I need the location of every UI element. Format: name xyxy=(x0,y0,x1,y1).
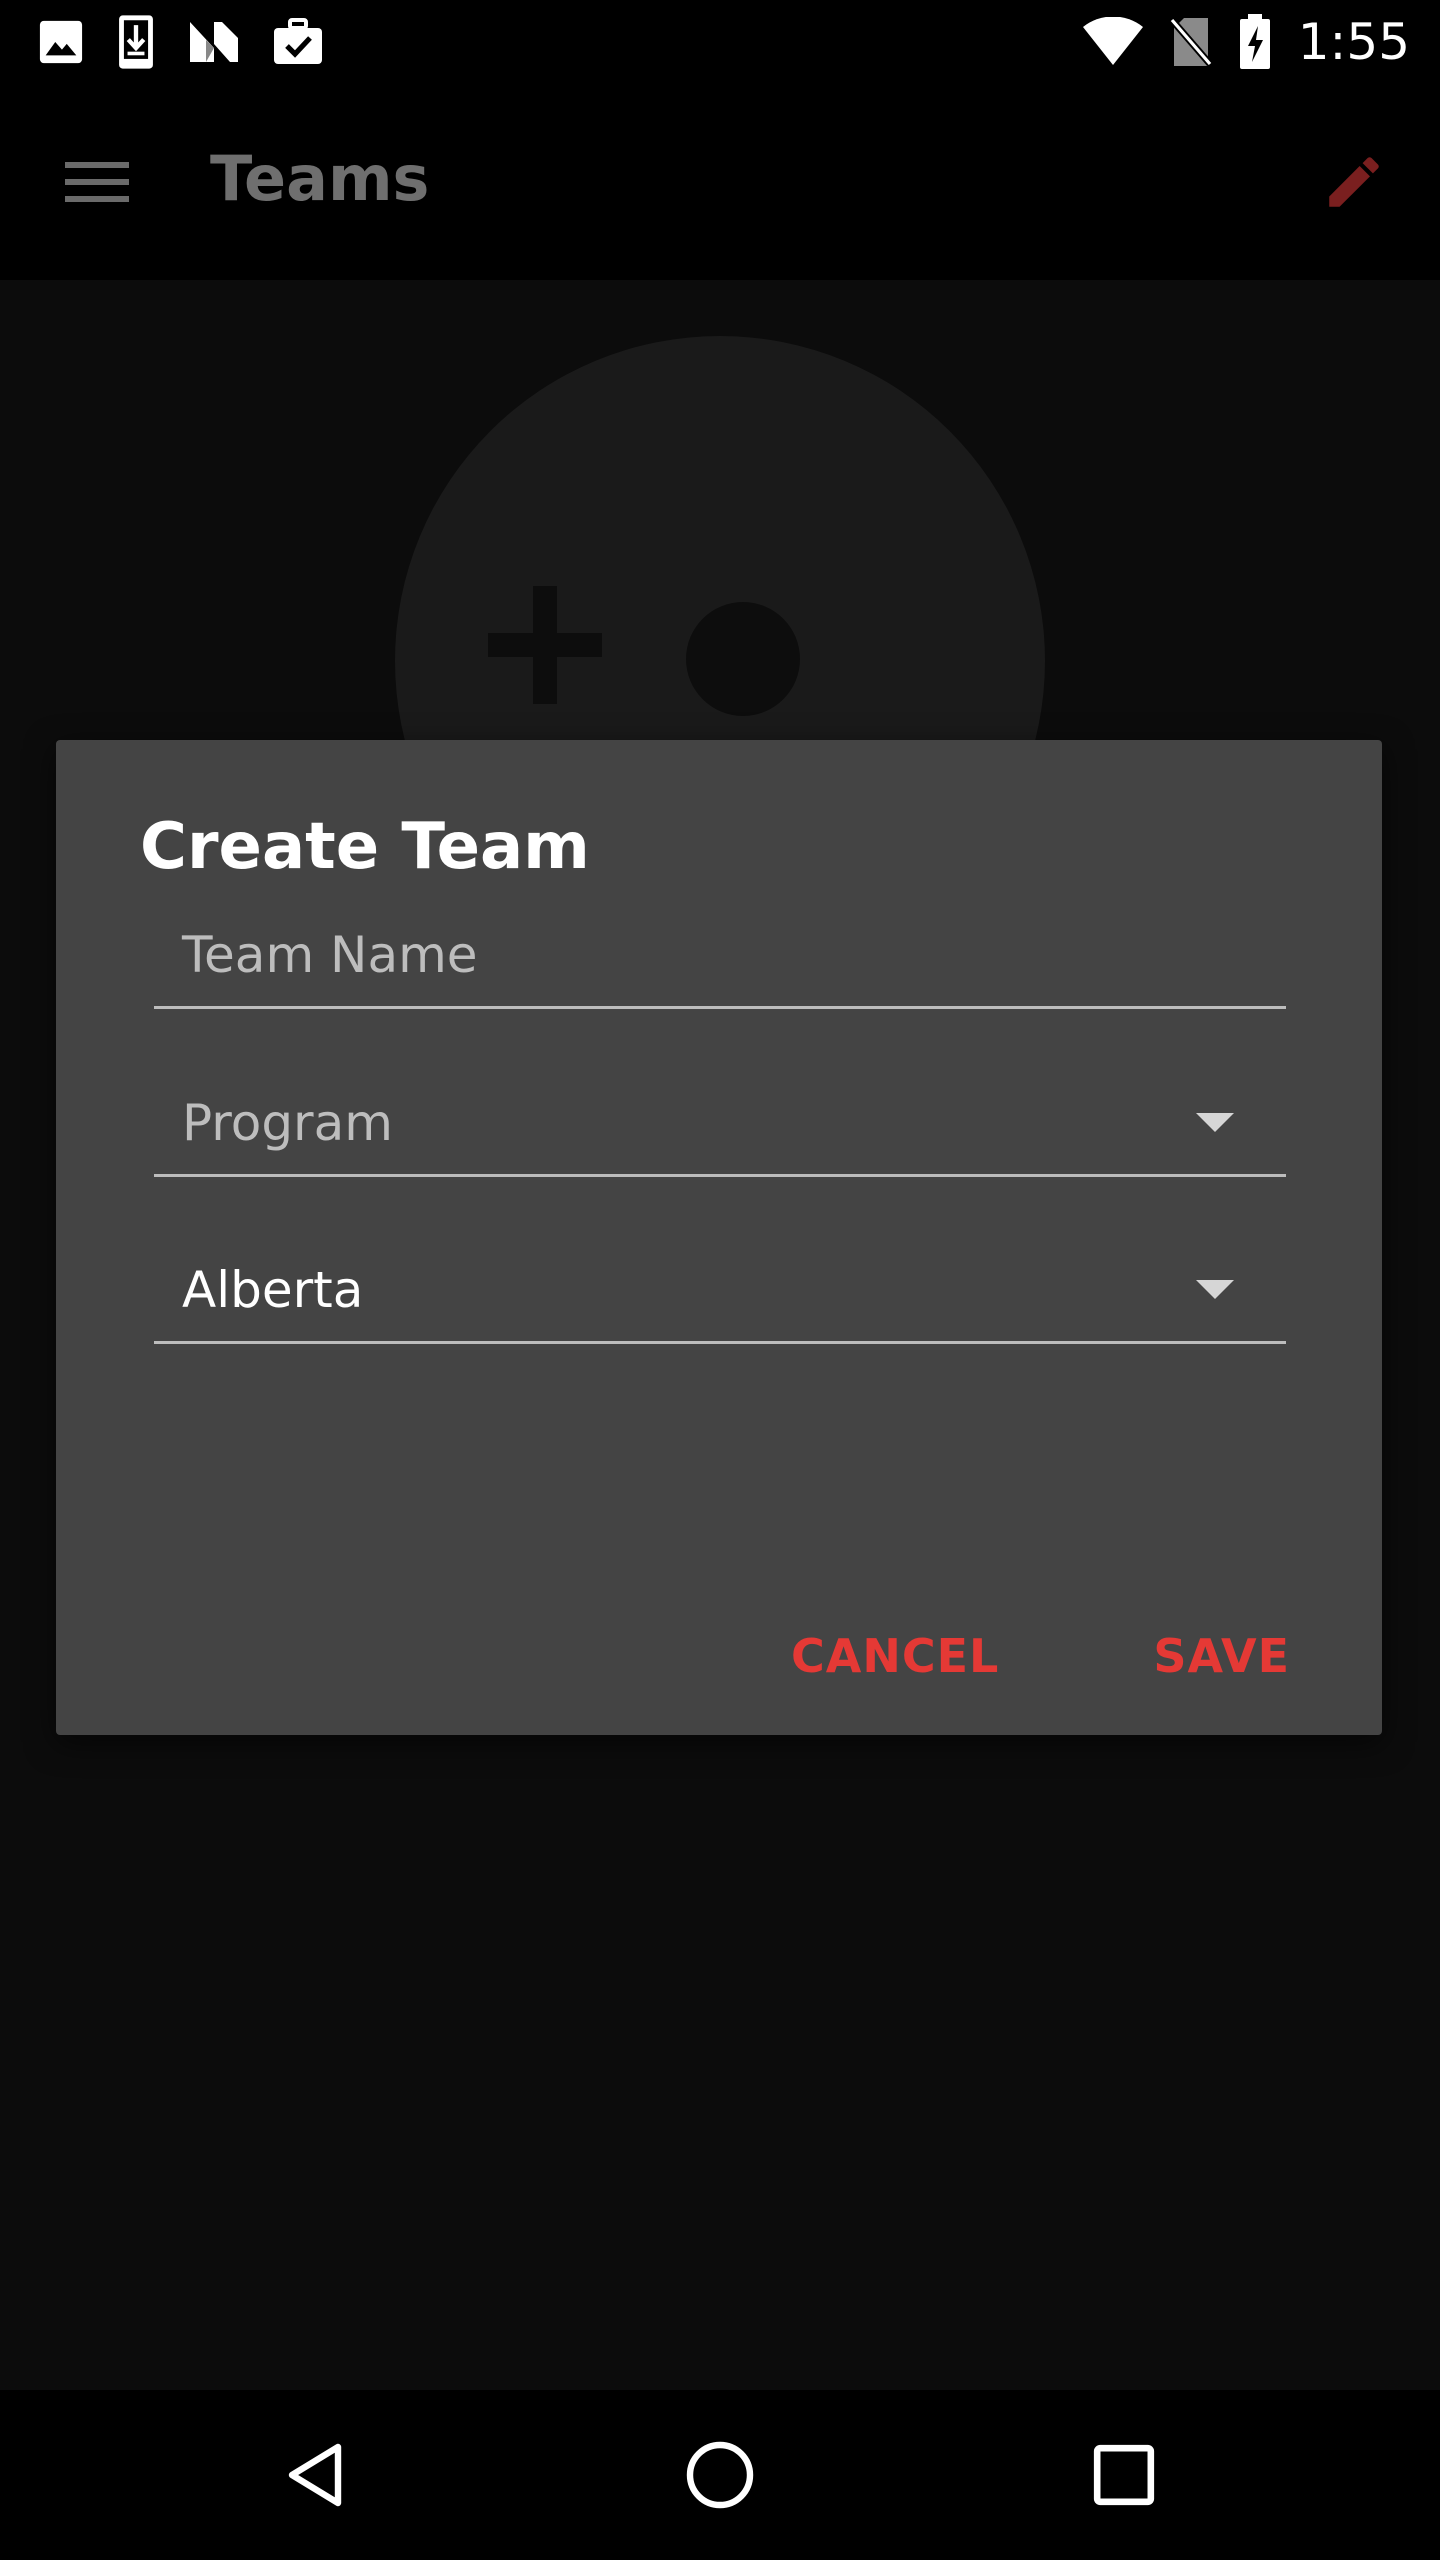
navigation-bar xyxy=(0,2390,1440,2560)
chevron-down-icon xyxy=(1196,1280,1234,1299)
team-name-input[interactable]: Team Name xyxy=(154,894,1286,1009)
chevron-down-icon xyxy=(1196,1113,1234,1132)
dialog-actions: CANCEL SAVE xyxy=(791,1629,1290,1683)
home-circle-icon xyxy=(686,2441,754,2509)
program-select[interactable]: Program xyxy=(154,1062,1286,1177)
cancel-button[interactable]: CANCEL xyxy=(791,1629,999,1683)
home-button[interactable] xyxy=(680,2435,760,2515)
hamburger-menu-icon xyxy=(65,162,129,202)
briefcase-check-icon xyxy=(274,18,322,64)
status-time: 1:55 xyxy=(1297,13,1410,71)
no-sim-icon xyxy=(1169,17,1212,67)
page-title: Teams xyxy=(210,142,430,215)
team-name-placeholder: Team Name xyxy=(182,926,478,984)
image-icon xyxy=(39,20,83,64)
back-triangle-icon xyxy=(288,2443,342,2507)
recents-square-icon xyxy=(1093,2444,1155,2506)
province-select[interactable]: Alberta xyxy=(154,1229,1286,1344)
province-value: Alberta xyxy=(182,1261,364,1319)
save-button[interactable]: SAVE xyxy=(1153,1629,1290,1683)
edit-button[interactable] xyxy=(1312,140,1396,224)
n-logo-icon xyxy=(190,22,238,62)
dialog-title: Create Team xyxy=(140,810,590,884)
program-placeholder: Program xyxy=(182,1094,393,1152)
battery-charging-icon xyxy=(1239,14,1270,69)
back-button[interactable] xyxy=(276,2435,356,2515)
pencil-icon xyxy=(1329,157,1379,207)
create-team-dialog: Create Team Team Name Program Alberta CA… xyxy=(56,740,1382,1735)
screen: 1:55 Teams Create Team Team Name Program… xyxy=(0,0,1440,2560)
download-icon xyxy=(119,15,153,69)
wifi-icon xyxy=(1082,17,1143,65)
menu-button[interactable] xyxy=(55,150,139,214)
recents-button[interactable] xyxy=(1084,2435,1164,2515)
status-left-icons xyxy=(38,0,324,84)
app-bar: Teams xyxy=(0,84,1440,280)
status-bar: 1:55 xyxy=(0,0,1440,84)
status-right-icons: 1:55 xyxy=(1082,0,1410,84)
